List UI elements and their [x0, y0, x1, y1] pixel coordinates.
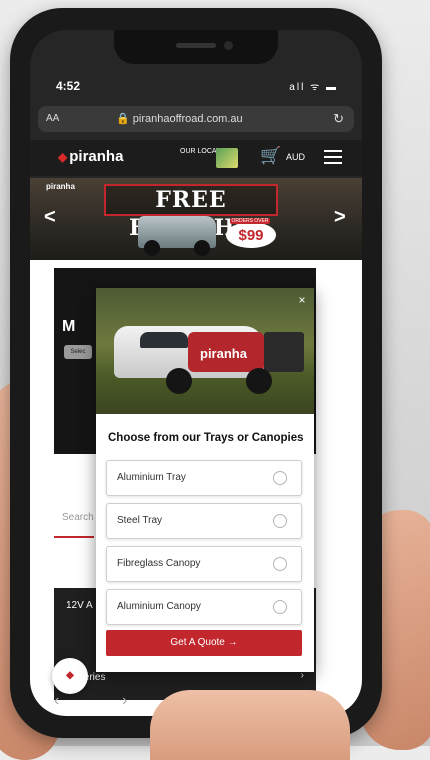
- signal-wifi-battery-icons: all ᯤ ▬: [289, 82, 338, 93]
- radio-button[interactable]: [273, 557, 287, 571]
- category-12v[interactable]: 12V A: [66, 600, 93, 611]
- option-aluminium-canopy[interactable]: Aluminium Canopy: [106, 589, 302, 625]
- option-label: Fibreglass Canopy: [117, 558, 201, 569]
- truck-wheel: [194, 240, 210, 256]
- search-underline: [54, 536, 94, 538]
- modal-title: Choose from our Trays or Canopies: [108, 432, 304, 444]
- radio-button[interactable]: [273, 471, 287, 485]
- modal-ute-image: piranha ×: [96, 288, 314, 414]
- ute-canopy: [264, 332, 304, 372]
- option-fibreglass-canopy[interactable]: Fibreglass Canopy: [106, 546, 302, 582]
- url-text: 🔒 piranhaoffroad.com.au: [116, 113, 243, 125]
- option-label: Aluminium Tray: [117, 472, 186, 483]
- select-button[interactable]: Selec: [64, 345, 92, 359]
- status-time: 4:52: [56, 79, 81, 93]
- ute-wheel: [166, 368, 192, 394]
- quote-modal: piranha × Choose from our Trays or Canop…: [96, 288, 314, 672]
- ute-livery-text: piranha: [200, 346, 247, 361]
- truck-wheel: [144, 240, 160, 256]
- option-label: Steel Tray: [117, 515, 163, 526]
- price-caption: ORDERS OVER: [230, 218, 270, 224]
- address-bar[interactable]: AA 🔒 piranhaoffroad.com.au ↻: [38, 106, 354, 132]
- back-icon[interactable]: ‹: [54, 692, 59, 710]
- radio-button[interactable]: [273, 600, 287, 614]
- map-icon: [216, 148, 238, 168]
- phone-screen: 4:52 all ᯤ ▬ AA 🔒 piranhaoffroad.com.au …: [30, 30, 362, 716]
- ute-window: [140, 332, 188, 348]
- chat-logo-button[interactable]: ◆: [52, 658, 88, 694]
- reader-text-size-button[interactable]: AA: [46, 113, 59, 124]
- status-bar: 4:52 all ᯤ ▬: [30, 75, 362, 101]
- phone-frame: 4:52 all ᯤ ▬ AA 🔒 piranhaoffroad.com.au …: [10, 8, 382, 738]
- radio-button[interactable]: [273, 514, 287, 528]
- camera-icon: [224, 41, 233, 50]
- option-aluminium-tray[interactable]: Aluminium Tray: [106, 460, 302, 496]
- piranha-fish-icon: ◆: [58, 150, 68, 164]
- forward-icon[interactable]: ›: [122, 692, 127, 710]
- search-input[interactable]: Search: [62, 512, 94, 523]
- hamburger-menu-icon[interactable]: [324, 150, 342, 168]
- our-location-link[interactable]: OUR LOCATION: [180, 148, 238, 172]
- banner-prev-arrow[interactable]: <: [44, 206, 56, 229]
- get-a-quote-button[interactable]: Get A Quote →: [106, 630, 302, 656]
- site-logo[interactable]: ◆ piranha: [58, 148, 123, 165]
- option-steel-tray[interactable]: Steel Tray: [106, 503, 302, 539]
- ute-wheel: [246, 368, 272, 394]
- notch: [114, 30, 278, 64]
- site-header: ◆ piranha OUR LOCATION 🛒 AUD: [30, 140, 362, 176]
- close-icon[interactable]: ×: [294, 292, 310, 308]
- banner-price-badge: $99: [226, 222, 276, 248]
- currency-selector[interactable]: AUD: [286, 152, 305, 162]
- promo-banner[interactable]: piranha FREE FREIGHT $99 ORDERS OVER < >: [30, 178, 362, 260]
- thumb: [150, 690, 350, 760]
- banner-logo: piranha: [46, 182, 75, 191]
- reload-icon[interactable]: ↻: [333, 111, 344, 127]
- free-freight-headline: FREE FREIGHT: [104, 184, 278, 241]
- hero-heading: M: [62, 318, 76, 335]
- cart-icon[interactable]: 🛒: [260, 146, 281, 166]
- banner-next-arrow[interactable]: >: [334, 206, 346, 229]
- option-label: Aluminium Canopy: [117, 601, 201, 612]
- speaker: [176, 43, 216, 48]
